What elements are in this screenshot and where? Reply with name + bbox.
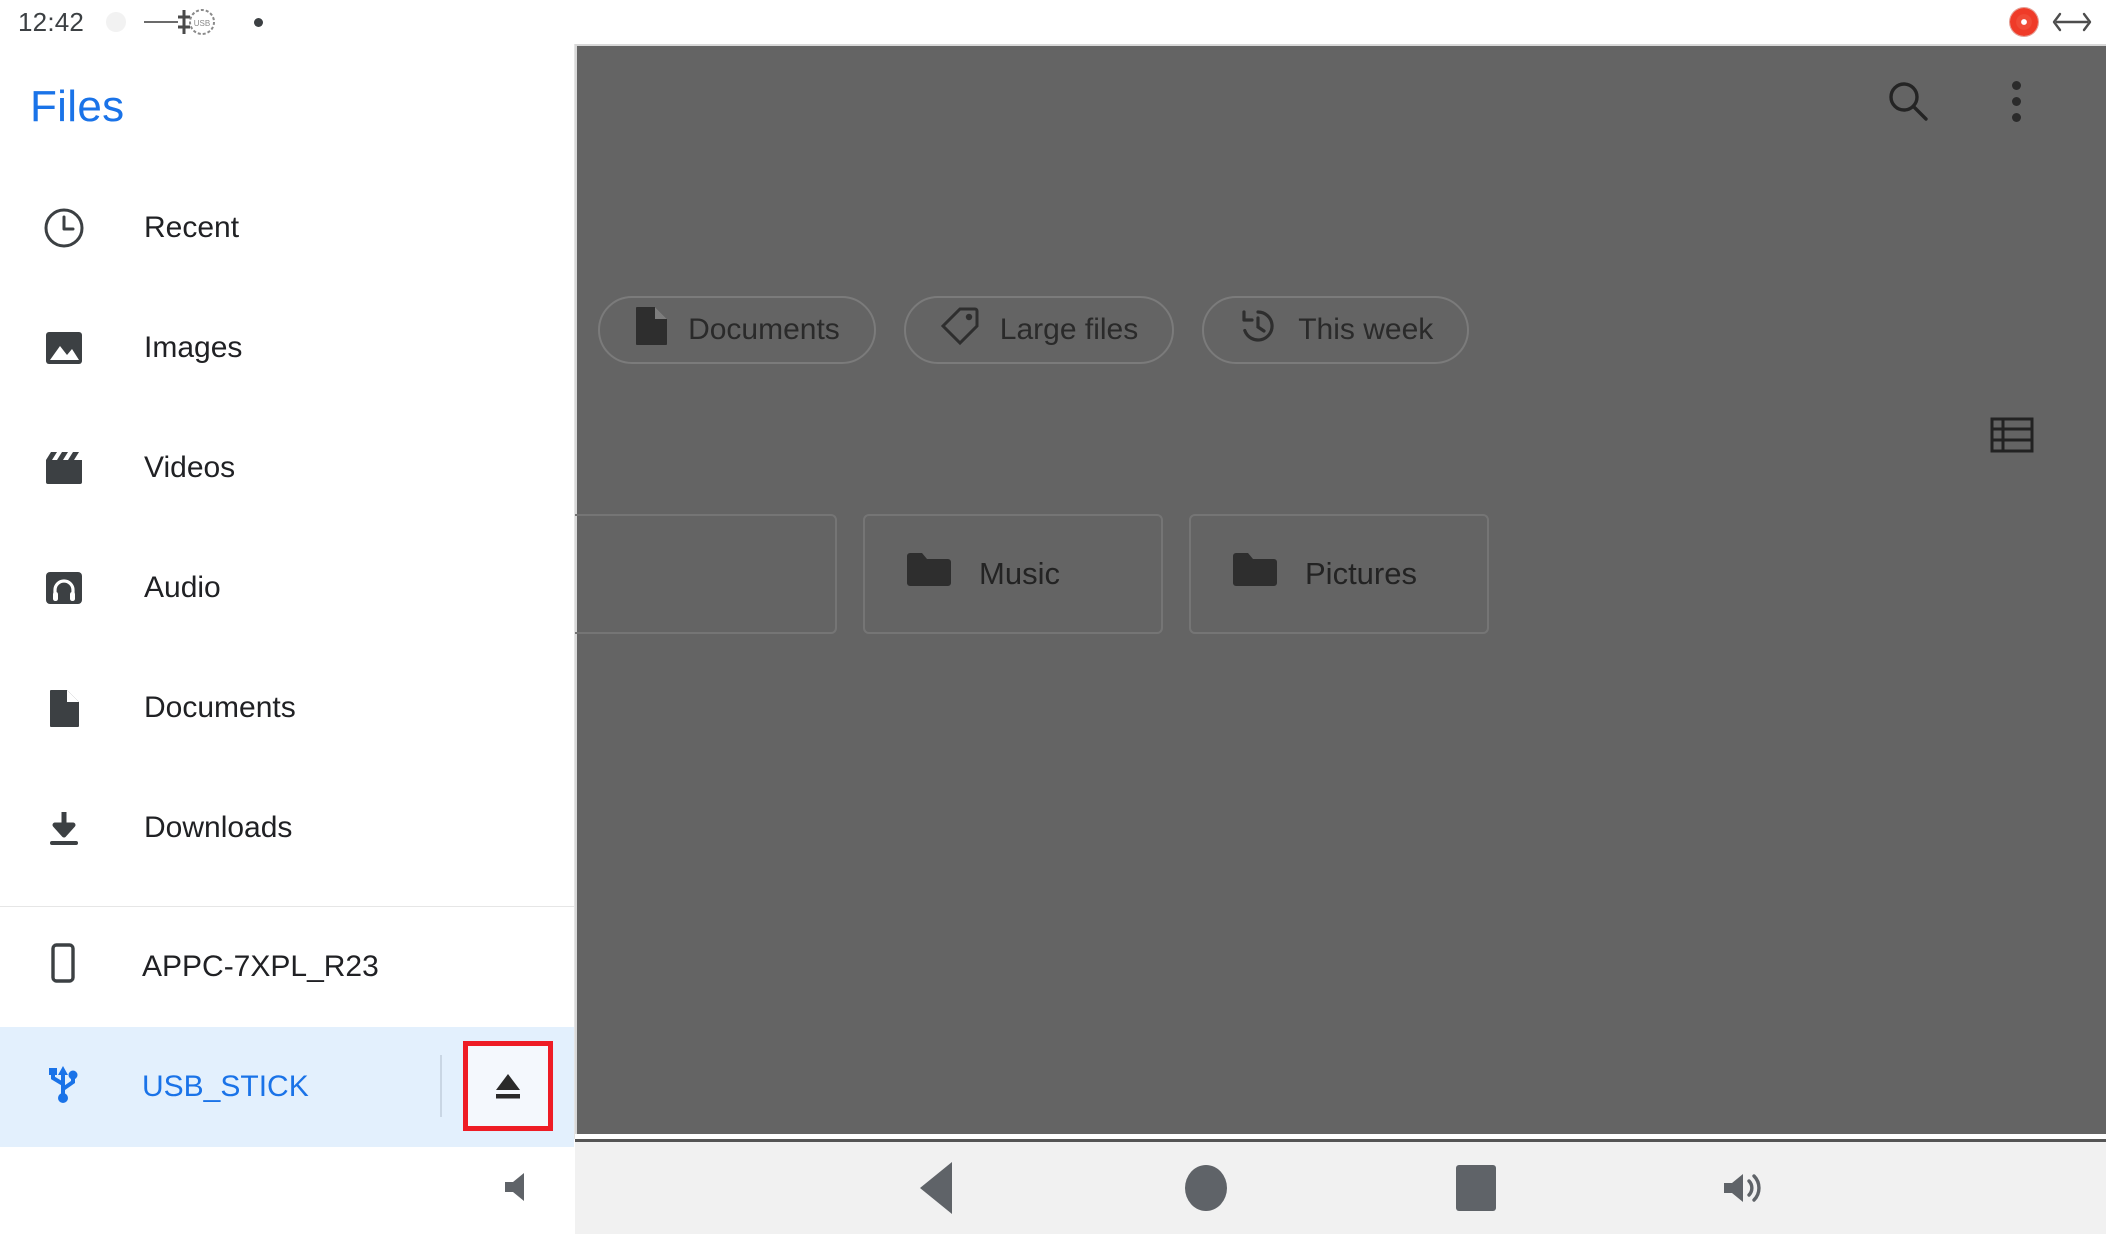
document-icon	[42, 687, 86, 729]
chip-documents[interactable]: Documents	[598, 296, 876, 364]
chip-this-week[interactable]: This week	[1202, 296, 1470, 364]
app-toolbar	[577, 46, 2106, 156]
screen: 12:42 USB Documents Large files This wee…	[0, 0, 2106, 1234]
chip-label: Large files	[999, 313, 1139, 346]
image-icon	[42, 327, 86, 369]
navigation-drawer: Files Recent Images Videos Audio Documen…	[0, 44, 575, 1147]
sidebar-item-label: APPC-7XPL_R23	[142, 950, 379, 983]
app-content-scrim[interactable]: deos Documents Large files	[467, 44, 2106, 1134]
screen-record-icon[interactable]	[2010, 8, 2038, 36]
page-title: Files	[30, 82, 125, 131]
folder-card-music[interactable]: Music	[863, 514, 1163, 634]
folder-icon	[1231, 551, 1277, 597]
volume-down-icon[interactable]	[497, 1139, 545, 1234]
usb-connection-icon: USB	[142, 6, 222, 38]
sidebar-item-label: Audio	[144, 571, 221, 604]
sidebar-item-images[interactable]: Images	[0, 288, 574, 408]
list-view-icon[interactable]	[1990, 416, 2034, 459]
phone-icon	[42, 942, 84, 992]
sidebar-item-documents[interactable]: Documents	[0, 648, 574, 768]
status-icon-group: USB	[106, 6, 264, 38]
folder-card-pictures[interactable]: Pictures	[1189, 514, 1489, 634]
notification-dot	[254, 17, 264, 27]
faint-status-icon	[106, 12, 127, 32]
eject-divider	[440, 1055, 442, 1117]
folder-card-label: Pictures	[1305, 556, 1417, 591]
tag-icon	[940, 306, 980, 354]
more-options-icon[interactable]	[1988, 73, 2044, 129]
volume-up-icon[interactable]	[1691, 1141, 1801, 1234]
status-clock: 12:42	[18, 6, 85, 37]
resize-arrows-icon[interactable]	[2052, 9, 2092, 35]
sidebar-item-audio[interactable]: Audio	[0, 528, 574, 648]
headphones-icon	[42, 567, 86, 609]
folder-card-row: Music Pictures	[537, 514, 1489, 634]
eject-icon[interactable]	[467, 1045, 549, 1127]
eject-button[interactable]	[467, 1045, 549, 1127]
sidebar-item-label: Recent	[144, 211, 240, 244]
sidebar-item-downloads[interactable]: Downloads	[0, 768, 574, 888]
sidebar-item-label: Images	[144, 331, 243, 364]
recents-icon[interactable]	[1421, 1141, 1531, 1234]
sidebar-item-label: Downloads	[144, 811, 293, 844]
sidebar-item-device-appc[interactable]: APPC-7XPL_R23	[0, 907, 574, 1027]
folder-card-label: Music	[979, 556, 1060, 591]
history-icon	[1238, 306, 1278, 354]
drawer-nav-list: Recent Images Videos Audio Documents Dow…	[0, 168, 574, 1147]
home-icon[interactable]	[1151, 1141, 1261, 1234]
clapperboard-icon	[42, 447, 86, 489]
sidebar-item-device-usb[interactable]: USB_STICK	[0, 1027, 574, 1147]
search-icon[interactable]	[1880, 73, 1936, 129]
chip-large-files[interactable]: Large files	[903, 296, 1175, 364]
sidebar-item-videos[interactable]: Videos	[0, 408, 574, 528]
chip-label: Documents	[688, 313, 840, 346]
folder-card[interactable]	[537, 514, 837, 634]
sidebar-item-label: Documents	[144, 691, 296, 724]
chip-label: This week	[1298, 313, 1434, 346]
system-navigation-bar	[575, 1139, 2106, 1234]
folder-icon	[905, 551, 951, 597]
download-icon	[42, 807, 86, 849]
svg-text:USB: USB	[194, 19, 210, 28]
sidebar-item-label: Videos	[144, 451, 236, 484]
sidebar-item-recent[interactable]: Recent	[0, 168, 574, 288]
status-bar: 12:42 USB	[0, 0, 2106, 44]
clock-icon	[42, 207, 86, 249]
filter-chip-row: deos Documents Large files	[467, 296, 1470, 364]
back-icon[interactable]	[881, 1141, 991, 1234]
usb-icon	[42, 1062, 84, 1112]
document-icon	[634, 306, 668, 354]
sidebar-item-label: USB_STICK	[142, 1070, 309, 1103]
status-right-group	[2010, 0, 2092, 44]
